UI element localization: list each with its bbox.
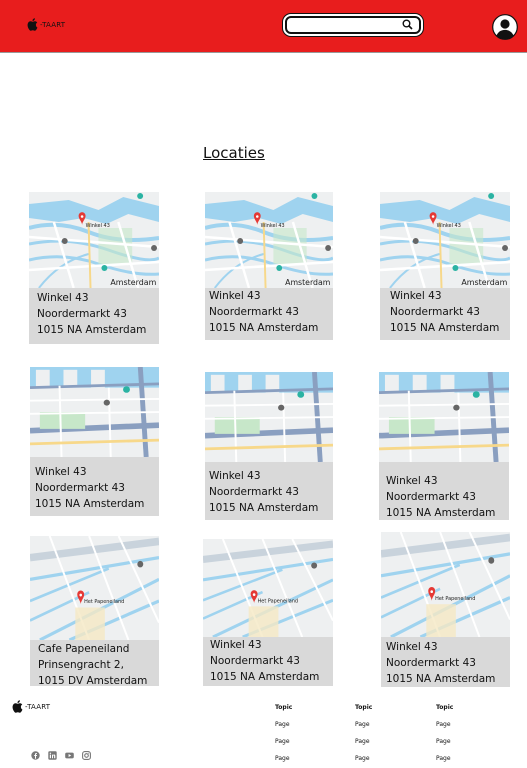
location-postcode: 1015 NA Amsterdam	[390, 322, 500, 334]
location-postcode: 1015 NA Amsterdam	[209, 322, 319, 334]
location-card[interactable]: Winkel 43 Noordermarkt 43 1015 NA Amster…	[379, 372, 509, 520]
location-map[interactable]	[379, 372, 509, 462]
location-card[interactable]: Het Papeneiland Winkel 43 Noordermarkt 4…	[203, 539, 333, 686]
map-pin-label: Het Papeneiland	[84, 599, 124, 605]
logo-text: -TAART	[25, 702, 51, 711]
map-pin-label: Het Papeneiland	[258, 598, 298, 604]
location-name: Cafe Papeneiland	[38, 643, 130, 655]
location-map[interactable]	[205, 372, 333, 462]
footer-link[interactable]: Page	[436, 733, 453, 750]
location-name: Winkel 43	[390, 290, 442, 302]
location-map[interactable]: Het Papeneiland	[381, 532, 510, 637]
location-name: Winkel 43	[209, 470, 261, 482]
logo-text: -TAART	[40, 20, 66, 29]
social-links	[31, 745, 91, 760]
footer-link[interactable]: Page	[436, 750, 453, 767]
apple-icon	[12, 700, 23, 713]
location-map[interactable]	[30, 367, 159, 457]
location-card[interactable]: Het Papeneiland Winkel 43 Noordermarkt 4…	[381, 532, 510, 687]
location-map[interactable]: Winkel 43 Amsterdam	[29, 192, 159, 288]
map-city-label: Amsterdam	[285, 278, 331, 287]
location-map[interactable]: Winkel 43 Amsterdam	[205, 192, 333, 288]
footer-link[interactable]: Page	[355, 716, 372, 733]
location-postcode: 1015 NA Amsterdam	[210, 671, 320, 683]
location-street: Noordermarkt 43	[209, 306, 299, 318]
instagram-icon[interactable]	[82, 745, 91, 760]
location-postcode: 1015 DV Amsterdam	[38, 675, 148, 687]
map-pin-label: Het Papeneiland	[435, 596, 475, 602]
location-postcode: 1015 NA Amsterdam	[37, 324, 147, 336]
location-street: Noordermarkt 43	[35, 482, 125, 494]
location-postcode: 1015 NA Amsterdam	[386, 673, 496, 685]
footer-topic: Topic	[355, 704, 373, 711]
footer-column: Topic Page Page Page	[436, 699, 453, 767]
page-title: Locaties	[203, 144, 265, 162]
location-card[interactable]: Winkel 43 Amsterdam Winkel 43 Noordermark…	[29, 192, 159, 344]
youtube-icon[interactable]	[65, 745, 74, 759]
footer-link[interactable]: Page	[436, 716, 453, 733]
location-street: Noordermarkt 43	[209, 486, 299, 498]
location-card[interactable]: Winkel 43 Amsterdam Winkel 43 Noordermark…	[205, 192, 333, 340]
location-postcode: 1015 NA Amsterdam	[386, 507, 496, 519]
location-name: Winkel 43	[210, 639, 262, 651]
footer-logo[interactable]: -TAART	[12, 700, 50, 713]
location-name: Winkel 43	[209, 290, 261, 302]
location-name: Winkel 43	[37, 292, 89, 304]
header-divider	[0, 52, 527, 53]
facebook-icon[interactable]	[31, 745, 40, 760]
location-postcode: 1015 NA Amsterdam	[35, 498, 145, 510]
search-input[interactable]	[287, 24, 403, 38]
footer-topic: Topic	[436, 704, 454, 711]
map-pin-label: Winkel 43	[86, 223, 110, 229]
footer-link[interactable]: Page	[275, 750, 292, 767]
top-navbar: -TAART	[0, 0, 527, 52]
location-card[interactable]: Winkel 43 Noordermarkt 43 1015 NA Amster…	[205, 372, 333, 520]
footer-column: Topic Page Page Page	[275, 699, 292, 767]
footer-link[interactable]: Page	[275, 716, 292, 733]
location-street: Noordermarkt 43	[37, 308, 127, 320]
location-name: Winkel 43	[386, 641, 438, 653]
location-street: Noordermarkt 43	[390, 306, 480, 318]
search-icon[interactable]	[402, 19, 413, 30]
footer-link[interactable]: Page	[355, 733, 372, 750]
location-street: Noordermarkt 43	[210, 655, 300, 667]
search-bar[interactable]	[285, 16, 421, 38]
footer-link[interactable]: Page	[355, 750, 372, 767]
apple-icon	[27, 18, 38, 31]
location-card[interactable]: Winkel 43 Amsterdam Winkel 43 Noordermark…	[380, 192, 510, 340]
site-logo[interactable]: -TAART	[27, 18, 65, 31]
location-name: Winkel 43	[35, 466, 87, 478]
map-pin-label: Winkel 43	[261, 223, 285, 229]
linkedin-icon[interactable]	[48, 745, 57, 760]
location-card[interactable]: Het Papeneiland Cafe Papeneiland Prinsen…	[30, 536, 159, 687]
footer-link[interactable]: Page	[275, 733, 292, 750]
footer-column: Topic Page Page Page	[355, 699, 372, 767]
location-street: Noordermarkt 43	[386, 657, 476, 669]
location-map[interactable]: Het Papeneiland	[30, 536, 159, 640]
location-name: Winkel 43	[386, 475, 438, 487]
location-card[interactable]: Winkel 43 Noordermarkt 43 1015 NA Amster…	[30, 367, 159, 516]
footer-topic: Topic	[275, 704, 293, 711]
location-map[interactable]: Winkel 43 Amsterdam	[380, 192, 510, 288]
location-street: Noordermarkt 43	[386, 491, 476, 503]
account-icon[interactable]	[492, 14, 518, 40]
map-city-label: Amsterdam	[461, 278, 507, 287]
map-city-label: Amsterdam	[110, 278, 156, 287]
location-map[interactable]: Het Papeneiland	[203, 539, 333, 637]
location-postcode: 1015 NA Amsterdam	[209, 502, 319, 514]
location-street: Prinsengracht 2,	[38, 659, 124, 671]
map-pin-label: Winkel 43	[437, 223, 461, 229]
